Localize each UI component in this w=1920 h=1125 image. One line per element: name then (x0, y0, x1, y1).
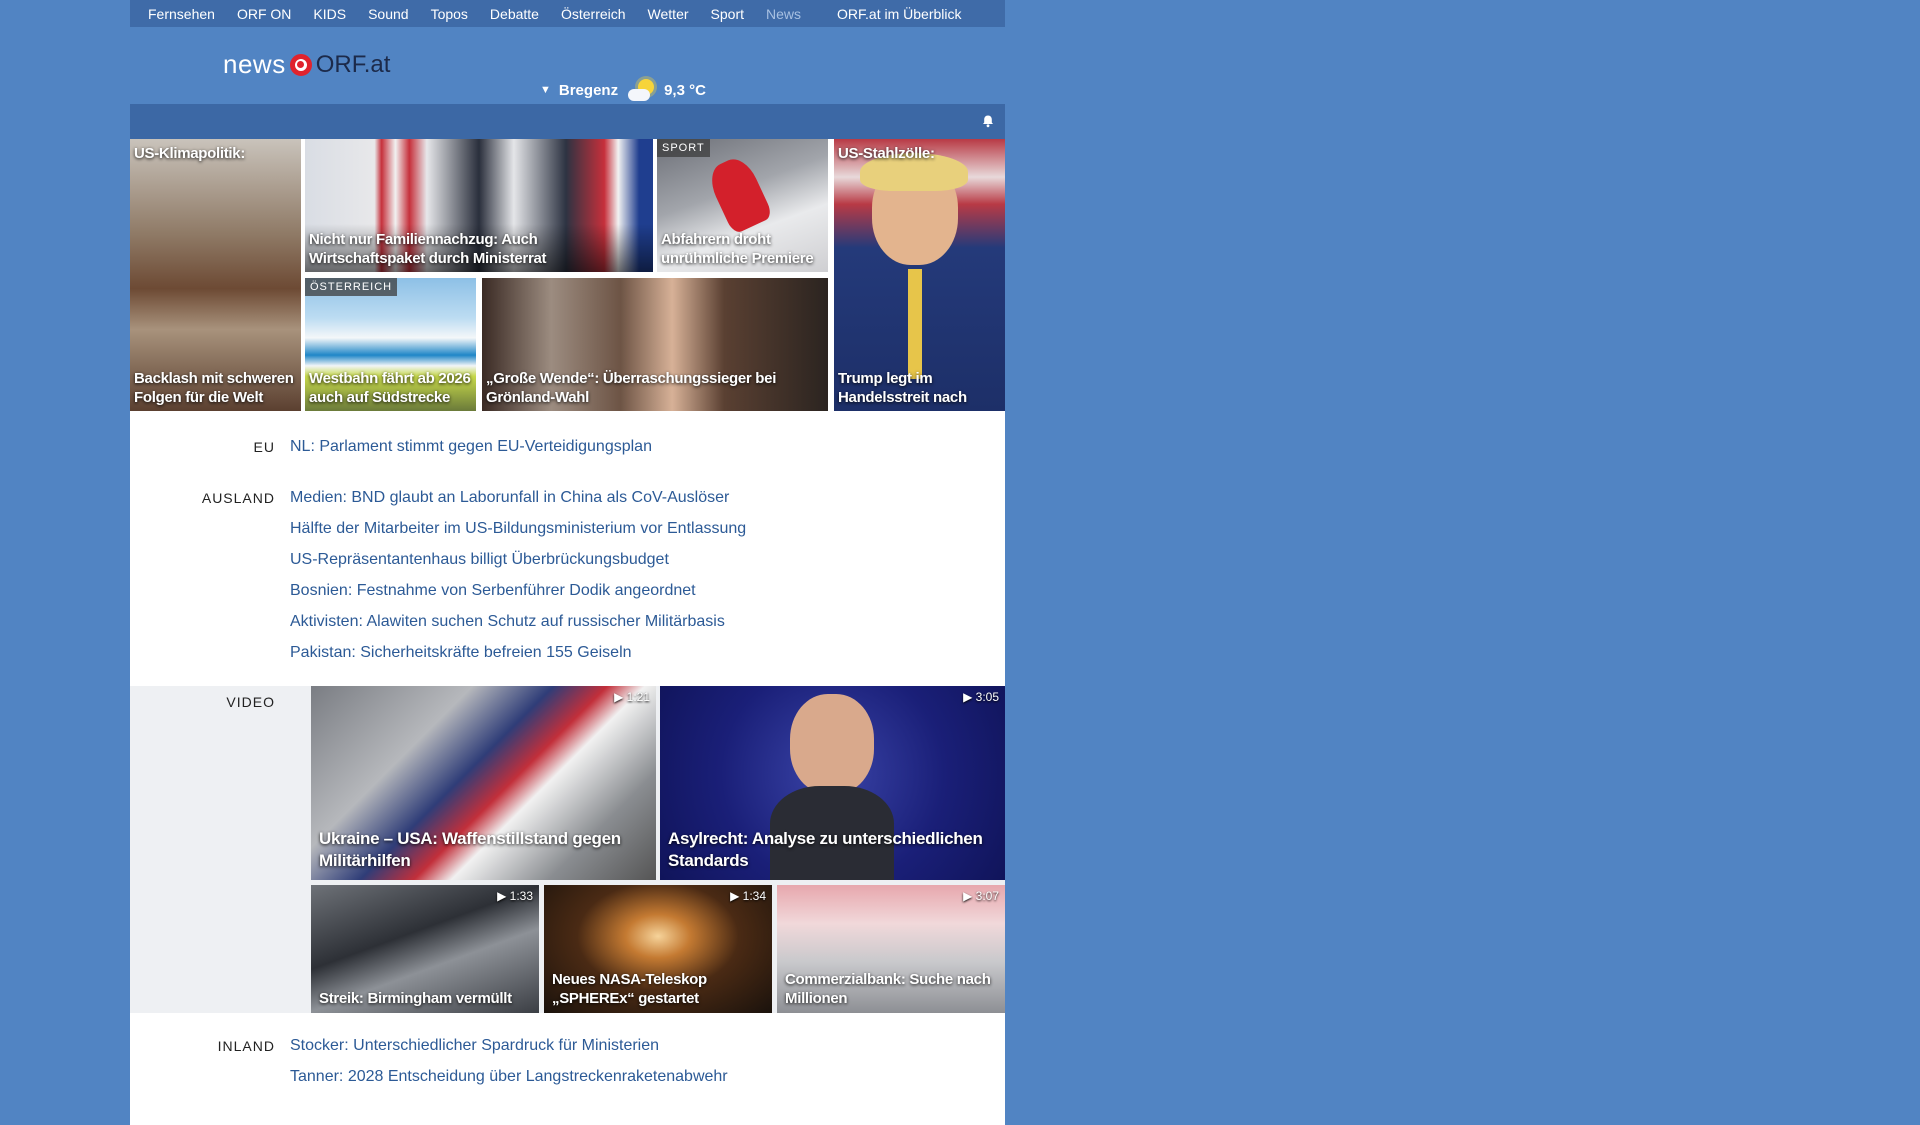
nav-wetter[interactable]: Wetter (648, 6, 689, 22)
nav-topos[interactable]: Topos (431, 6, 468, 22)
nav-fernsehen[interactable]: Fernsehen (148, 6, 215, 22)
weather-city: Bregenz (558, 81, 619, 99)
teaser-caption: Backlash mit schweren Folgen für die Wel… (134, 370, 294, 406)
news-list: EU NL: Parlament stimmt gegen EU-Verteid… (130, 411, 1005, 1125)
hero-teaser-grid: US-Klimapolitik: Backlash mit schweren F… (130, 139, 1005, 411)
section-inland: INLAND Stocker: Unterschiedlicher Spardr… (130, 1013, 1005, 1125)
bell-icon[interactable] (981, 114, 995, 128)
news-link[interactable]: Medien: BND glaubt an Laborunfall in Chi… (290, 482, 1005, 513)
logo-news-text: news (223, 49, 286, 79)
nav-overview[interactable]: ORF.at im Überblick (837, 6, 961, 22)
section-video: VIDEO ▶ 1:21 Ukraine – USA: Waffenstills… (130, 686, 1005, 1013)
top-navigation: Fernsehen ORF ON KIDS Sound Topos Debatt… (130, 0, 1005, 27)
teaser-category-badge: ÖSTERREICH (305, 278, 398, 296)
video-duration: ▶ 3:05 (963, 690, 999, 704)
video-teaser[interactable]: ▶ 1:33 Streik: Birmingham vermüllt (311, 885, 539, 1013)
video-teaser[interactable]: ▶ 3:05 Asylrecht: Analyse zu unterschied… (660, 686, 1005, 880)
news-link[interactable]: NL: Parlament stimmt gegen EU-Verteidigu… (290, 431, 1005, 462)
teaser-stahlzoelle[interactable]: US-Stahlzölle: Trump legt im Handelsstre… (834, 139, 1005, 411)
teaser-caption: Nicht nur Familiennachzug: Auch Wirtscha… (309, 231, 547, 267)
dropdown-triangle-icon: ▼ (540, 84, 551, 96)
video-teaser[interactable]: ▶ 1:21 Ukraine – USA: Waffenstillstand g… (311, 686, 656, 880)
page: Fernsehen ORF ON KIDS Sound Topos Debatt… (130, 0, 1005, 1125)
nav-debatte[interactable]: Debatte (490, 6, 539, 22)
news-link[interactable]: Tanner: 2028 Entscheidung über Langstrec… (290, 1061, 1005, 1092)
teaser-caption: Abfahrern droht unrühmliche Premiere (661, 231, 814, 267)
video-caption: Asylrecht: Analyse zu unterschiedlichen … (668, 829, 983, 870)
nav-news-current[interactable]: News (766, 6, 801, 22)
teaser-caption: „Große Wende“: Überraschungssieger bei G… (486, 370, 777, 406)
teaser-familiennachzug[interactable]: Nicht nur Familiennachzug: Auch Wirtscha… (305, 139, 653, 272)
news-link[interactable]: Pakistan: Sicherheitskräfte befreien 155… (290, 637, 1005, 668)
teaser-westbahn[interactable]: ÖSTERREICH Westbahn fährt ab 2026 auch a… (305, 278, 476, 411)
section-label: VIDEO (226, 694, 275, 710)
teaser-kicker: US-Klimapolitik: (134, 145, 246, 162)
video-caption: Ukraine – USA: Waffenstillstand gegen Mi… (319, 829, 621, 870)
video-caption: Streik: Birmingham vermüllt (319, 990, 512, 1007)
news-link[interactable]: Hälfte der Mitarbeiter im US-Bildungsmin… (290, 513, 1005, 544)
logo-orf-text: ORF.at (315, 50, 391, 78)
partly-sunny-icon (626, 77, 656, 103)
teaser-category-badge: SPORT (657, 139, 710, 157)
video-duration: ▶ 1:34 (730, 889, 766, 903)
site-header: news ORF.at ▼ Bregenz 9,3 °C (130, 27, 1005, 104)
news-link[interactable]: Bosnien: Festnahme von Serbenführer Dodi… (290, 575, 1005, 606)
weather-widget[interactable]: ▼ Bregenz 9,3 °C (540, 77, 706, 103)
video-teaser[interactable]: ▶ 1:34 Neues NASA-Teleskop „SPHEREx“ ges… (544, 885, 772, 1013)
nav-orf-on[interactable]: ORF ON (237, 6, 291, 22)
news-link[interactable]: Stocker: Unterschiedlicher Spardruck für… (290, 1030, 1005, 1061)
news-link[interactable]: Aktivisten: Alawiten suchen Schutz auf r… (290, 606, 1005, 637)
section-eu: EU NL: Parlament stimmt gegen EU-Verteid… (130, 431, 1005, 462)
video-duration: ▶ 3:07 (963, 889, 999, 903)
section-label: EU (253, 439, 275, 455)
teaser-kicker: US-Stahlzölle: (838, 145, 935, 162)
notification-bar (130, 104, 1005, 139)
video-duration: ▶ 1:21 (614, 690, 650, 704)
nav-sport[interactable]: Sport (711, 6, 744, 22)
news-link[interactable]: US-Repräsentantenhaus billigt Überbrücku… (290, 544, 1005, 575)
teaser-caption: Trump legt im Handelsstreit nach (838, 370, 967, 406)
nav-kids[interactable]: KIDS (313, 6, 346, 22)
section-label: AUSLAND (201, 490, 275, 506)
nav-sound[interactable]: Sound (368, 6, 408, 22)
orf-eye-icon (289, 53, 312, 76)
news-orf-logo[interactable]: news ORF.at (223, 49, 390, 80)
video-caption: Commerzialbank: Suche nach Millionen (785, 971, 991, 1007)
video-caption: Neues NASA-Teleskop „SPHEREx“ gestartet (552, 971, 707, 1007)
teaser-sport-abfahrt[interactable]: SPORT Abfahrern droht unrühmliche Premie… (657, 139, 828, 272)
teaser-klimapolitik[interactable]: US-Klimapolitik: Backlash mit schweren F… (130, 139, 301, 411)
section-label: INLAND (217, 1038, 275, 1054)
video-duration: ▶ 1:33 (497, 889, 533, 903)
teaser-caption: Westbahn fährt ab 2026 auch auf Südstrec… (309, 370, 471, 406)
video-teaser[interactable]: ▶ 3:07 Commerzialbank: Suche nach Millio… (777, 885, 1005, 1013)
nav-oesterreich[interactable]: Österreich (561, 6, 626, 22)
weather-temperature: 9,3 °C (664, 81, 706, 99)
section-ausland: AUSLAND Medien: BND glaubt an Laborunfal… (130, 482, 1005, 686)
teaser-groenland-wahl[interactable]: „Große Wende“: Überraschungssieger bei G… (482, 278, 828, 411)
